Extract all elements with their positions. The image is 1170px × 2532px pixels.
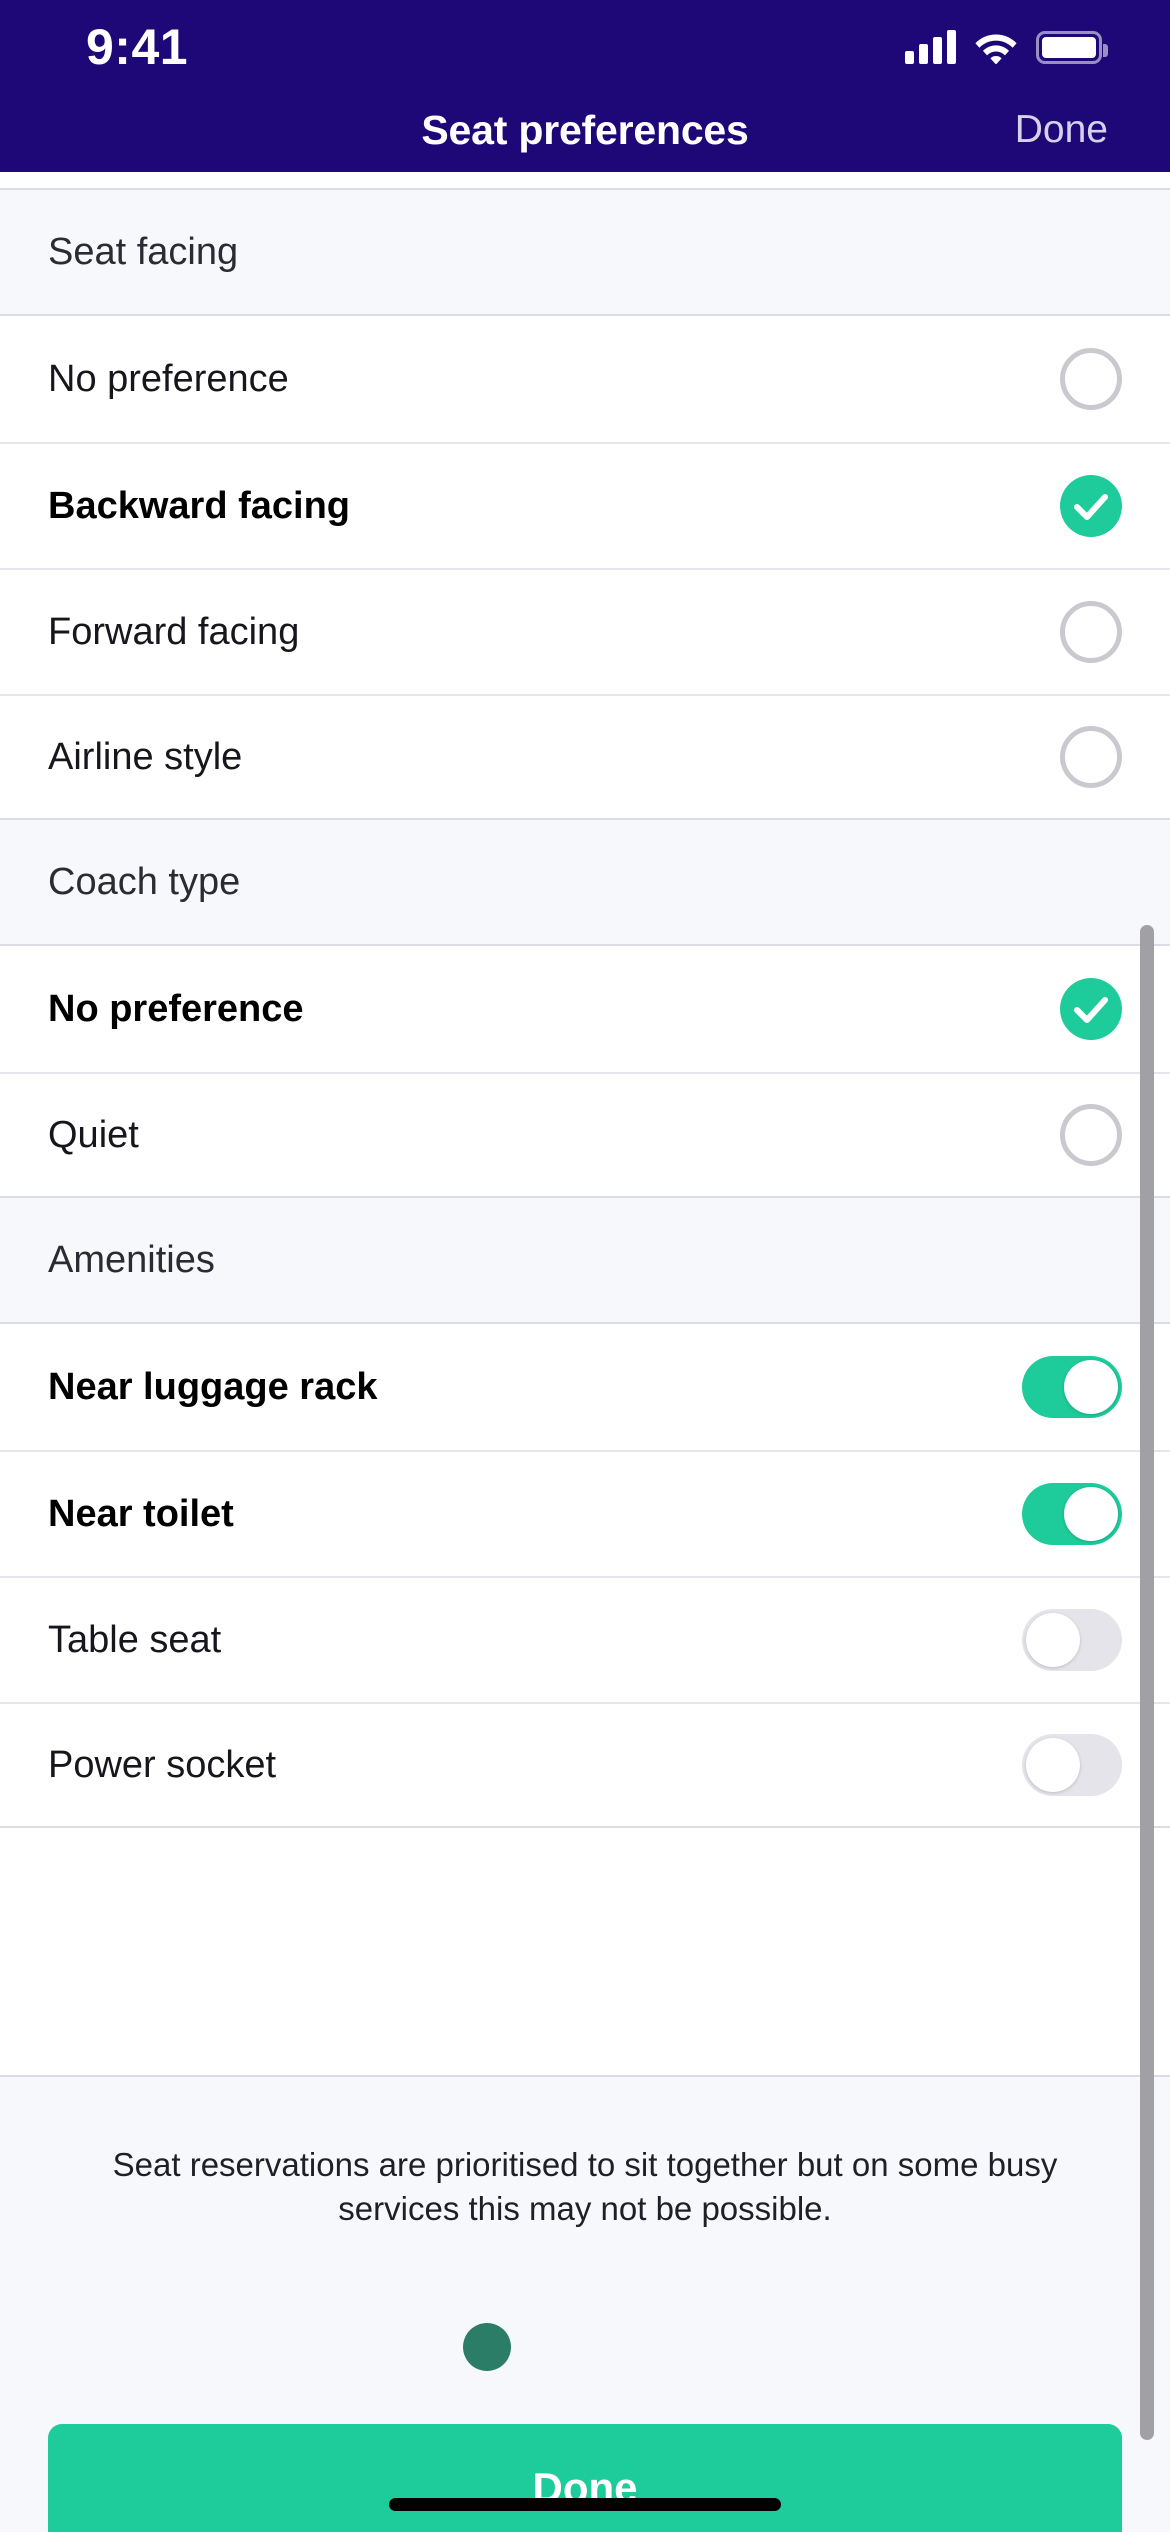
toggle-knob [1026,1738,1080,1792]
done-button[interactable]: Done [48,2424,1122,2532]
section-header-label: Seat facing [48,230,239,273]
row-label: Near luggage rack [48,1365,378,1408]
status-bar-clock: 9:41 [86,19,189,75]
row-label: Airline style [48,735,243,778]
radio-row[interactable]: Quiet [0,1072,1170,1198]
battery-full-icon [1036,30,1108,64]
radio-unselected-icon[interactable] [1060,348,1122,410]
radio-row[interactable]: Airline style [0,694,1170,820]
row-label: No preference [48,357,289,400]
section-header-label: Coach type [48,860,241,903]
page-title: Seat preferences [421,106,749,153]
radio-selected-icon[interactable] [1060,475,1122,537]
cellular-signal-icon [905,30,956,64]
toggle-knob [1064,1360,1118,1414]
home-indicator[interactable] [389,2498,781,2511]
nav-done-button[interactable]: Done [1015,108,1108,152]
row-label: No preference [48,987,304,1030]
vertical-scrollbar[interactable] [1140,925,1154,2440]
seat-preferences-screen: 9:41 Seat preferences Done Seat facing No… [0,0,1170,2532]
list-top-spacer [0,172,1170,190]
section-header: Amenities [0,1198,1170,1324]
radio-row[interactable]: Backward facing [0,442,1170,568]
status-bar-icons [905,30,1108,64]
toggle-off-switch[interactable] [1022,1609,1122,1671]
footer-panel: Seat reservations are prioritised to sit… [0,2075,1170,2532]
toggle-knob [1064,1487,1118,1541]
toggle-row[interactable]: Near luggage rack [0,1324,1170,1450]
footer-note: Seat reservations are prioritised to sit… [112,2146,1058,2227]
nav-bar: Seat preferences Done [0,88,1170,172]
toggle-row[interactable]: Table seat [0,1576,1170,1702]
toggle-row[interactable]: Power socket [0,1702,1170,1828]
radio-unselected-icon[interactable] [1060,1104,1122,1166]
toggle-off-switch[interactable] [1022,1734,1122,1796]
row-label: Table seat [48,1618,222,1661]
section-header: Seat facing [0,190,1170,316]
radio-unselected-icon[interactable] [1060,726,1122,788]
row-label: Backward facing [48,484,350,527]
toggle-on-switch[interactable] [1022,1483,1122,1545]
toggle-on-switch[interactable] [1022,1356,1122,1418]
row-label: Quiet [48,1113,139,1156]
top-bar: 9:41 Seat preferences Done [0,0,1170,172]
wifi-icon [975,34,1017,64]
section-header: Coach type [0,820,1170,946]
radio-row[interactable]: No preference [0,316,1170,442]
toggle-knob [1026,1613,1080,1667]
row-label: Near toilet [48,1492,234,1535]
status-bar: 9:41 [0,0,1170,88]
radio-unselected-icon[interactable] [1060,601,1122,663]
radio-row[interactable]: No preference [0,946,1170,1072]
toggle-row[interactable]: Near toilet [0,1450,1170,1576]
radio-selected-icon[interactable] [1060,978,1122,1040]
row-label: Forward facing [48,610,300,653]
radio-row[interactable]: Forward facing [0,568,1170,694]
row-label: Power socket [48,1743,277,1786]
touch-cursor-indicator [463,2323,511,2371]
section-header-label: Amenities [48,1238,215,1281]
